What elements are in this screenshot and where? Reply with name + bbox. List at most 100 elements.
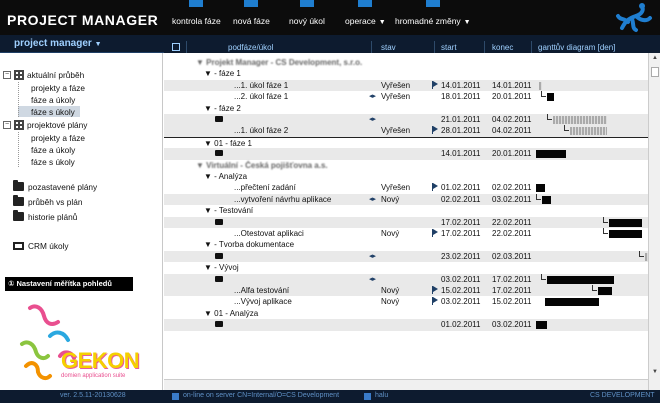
end-date: 22.02.2011 (492, 217, 532, 227)
table-row[interactable]: ▼ - fáze 2 (164, 103, 648, 114)
status-label: Vyřešen (381, 80, 411, 90)
gantt-bar[interactable] (552, 116, 607, 124)
gantt-bar[interactable] (547, 275, 615, 284)
gantt-bar[interactable] (544, 298, 599, 307)
table-row[interactable]: ...2. úkol fáze 1 Vyřešen ◂▸ 18.01.2011 20.0… (164, 91, 648, 102)
sidebar-item-0-0[interactable]: projekty a fáze (18, 82, 85, 93)
gantt-bar[interactable] (536, 184, 545, 193)
horizontal-scrollbar[interactable] (164, 379, 648, 390)
phase-name[interactable]: ▼ 01 - Analýza (204, 309, 258, 318)
server-status-icon (172, 393, 179, 400)
table-row[interactable]: ...Otestovat aplikaci Nový 17.02.2011 22.02… (164, 228, 648, 239)
status-label: Vyřešen (381, 126, 411, 136)
nav-item-2[interactable]: nový úkol (289, 0, 325, 26)
gantt-bar[interactable] (536, 321, 548, 330)
column-header-task[interactable]: podfáze/úkol (228, 43, 273, 52)
project-name[interactable]: ▼ Virtuální - Česká pojišťovna a.s. (196, 161, 328, 170)
nav-item-1[interactable]: nová fáze (233, 0, 270, 26)
status-bar: ver. 2.5.11-20130628 on-line on server C… (0, 390, 660, 403)
sidebar-item-0-1[interactable]: fáze a úkoly (18, 94, 75, 105)
table-row[interactable]: 17.02.2011 22.02.2011 (164, 216, 648, 228)
end-date: 02.03.2011 (492, 251, 532, 261)
table-row[interactable]: ◂▸ 03.02.2011 17.02.2011 (164, 273, 648, 285)
table-row[interactable]: ▼ - Testování (164, 205, 648, 216)
table-row[interactable]: ▼ Virtuální - Česká pojišťovna a.s. (164, 160, 648, 171)
table-row[interactable]: ...1. úkol fáze 2 Vyřešen 28.01.2011 04.02.… (164, 125, 648, 137)
table-row[interactable]: ◂▸ 23.02.2011 02.03.2011 (164, 250, 648, 263)
dependency-arrows-icon: ◂▸ (369, 252, 377, 260)
table-row[interactable]: ...vytvoření návrhu aplikace Nový ◂▸ 02.02.… (164, 193, 648, 206)
phase-name[interactable]: ▼ - Vývoj (204, 263, 239, 272)
grid-icon (14, 119, 24, 130)
scrollbar-thumb[interactable] (651, 67, 659, 77)
scale-settings-button[interactable]: ① Nastavení měřítka pohledů (5, 277, 133, 291)
table-row[interactable]: ▼ 01 - Analýza (164, 308, 648, 319)
table-row[interactable]: ...Vývoj aplikace Nový 03.02.2011 15.02.201… (164, 296, 648, 307)
table-row[interactable]: 14.01.2011 20.01.2011 (164, 148, 648, 160)
task-name: ...1. úkol fáze 2 (234, 126, 289, 136)
sidebar-folder-0[interactable]: pozastavené plány (13, 180, 97, 192)
phase-name[interactable]: ▼ - Analýza (204, 172, 247, 181)
sidebar-item-0-2[interactable]: fáze s úkoly (18, 106, 80, 117)
gantt-bar[interactable] (547, 93, 554, 102)
project-manager-menu[interactable]: project manager ▼ (14, 38, 102, 49)
phase-name[interactable]: ▼ 01 - fáze 1 (204, 139, 252, 148)
nav-item-0[interactable]: kontrola fáze (172, 0, 221, 26)
column-header-end[interactable]: konec (492, 43, 513, 52)
task-name: ...Vývoj aplikace (234, 297, 292, 307)
sidebar-group-0[interactable]: − aktuální průběh (3, 69, 84, 80)
sidebar-item-1-0[interactable]: projekty a fáze (18, 132, 85, 143)
sidebar-item-label: fáze s úkoly (31, 156, 75, 167)
task-name: ...Otestovat aplikaci (234, 229, 304, 238)
start-date: 28.01.2011 (441, 126, 481, 136)
table-row[interactable]: 01.02.2011 03.02.2011 (164, 319, 648, 331)
scroll-down-icon[interactable]: ▼ (652, 369, 658, 375)
vertical-scrollbar[interactable]: ▲ ▼ (648, 53, 660, 390)
nav-item-4[interactable]: hromadné změny ▼ (395, 0, 471, 26)
info-icon: ① (8, 279, 15, 288)
sidebar-folder-1[interactable]: průběh vs plán (13, 195, 82, 207)
nav-item-label: hromadné změny (395, 16, 461, 26)
phase-name[interactable]: ▼ - Tvorba dokumentace (204, 240, 294, 249)
table-row[interactable]: ▼ - Tvorba dokumentace (164, 239, 648, 250)
gantt-bar[interactable] (541, 195, 551, 204)
status-label: Vyřešen (381, 183, 411, 193)
table-row[interactable]: ...Alfa testování Nový 15.02.2011 17.02.201… (164, 285, 648, 297)
sidebar-folder-2[interactable]: historie plánů (13, 210, 77, 222)
nav-item-3[interactable]: operace ▼ (345, 0, 386, 26)
scroll-up-icon[interactable]: ▲ (652, 55, 658, 61)
table-row[interactable]: ▼ 01 - fáze 1 (164, 136, 648, 148)
table-row[interactable]: ▼ Projekt Manager - CS Development, s.r.… (164, 57, 648, 68)
sidebar-item-1-1[interactable]: fáze a úkoly (18, 144, 75, 155)
project-name[interactable]: ▼ Projekt Manager - CS Development, s.r.… (196, 58, 362, 67)
end-date: 04.02.2011 (492, 115, 532, 124)
table-row[interactable]: ▼ - Vývoj (164, 262, 648, 273)
sidebar-item-label: fáze a úkoly (31, 144, 76, 155)
sidebar-crm[interactable]: CRM úkoly (13, 240, 69, 251)
gantt-bar[interactable] (539, 81, 543, 90)
sidebar-item-label: fáze s úkoly (31, 106, 75, 117)
phase-name[interactable]: ▼ - fáze 2 (204, 104, 241, 113)
column-header-gantt[interactable]: ganttův diagram [den] (538, 43, 615, 52)
column-header-state[interactable]: stav (381, 43, 396, 52)
gantt-dependency-line (546, 114, 552, 120)
gantt-bar[interactable] (608, 230, 643, 238)
collapse-toggle-icon[interactable]: − (3, 70, 11, 79)
gantt-bar[interactable] (569, 127, 607, 136)
phase-name[interactable]: ▼ - Testování (204, 206, 253, 215)
table-row[interactable]: ▼ - fáze 1 (164, 68, 648, 79)
sidebar-item-1-2[interactable]: fáze s úkoly (18, 156, 75, 167)
gantt-bar[interactable] (536, 150, 567, 159)
phase-name[interactable]: ▼ - fáze 1 (204, 69, 241, 78)
nav-item-label: kontrola fáze (172, 16, 221, 26)
gantt-bar[interactable] (597, 287, 613, 295)
sidebar-group-1[interactable]: − projektové plány (3, 119, 87, 130)
select-all-checkbox[interactable] (172, 43, 180, 51)
table-row[interactable]: ◂▸ 21.01.2011 04.02.2011 (164, 114, 648, 126)
gantt-bar[interactable] (608, 218, 643, 227)
collapse-toggle-icon[interactable]: − (3, 120, 11, 129)
table-row[interactable]: ...přečtení zadání Vyřešen 01.02.2011 02.02… (164, 182, 648, 193)
column-header-start[interactable]: start (441, 43, 457, 52)
table-row[interactable]: ...1. úkol fáze 1 Vyřešen 14.01.2011 14.01.… (164, 79, 648, 92)
table-row[interactable]: ▼ - Analýza (164, 171, 648, 182)
